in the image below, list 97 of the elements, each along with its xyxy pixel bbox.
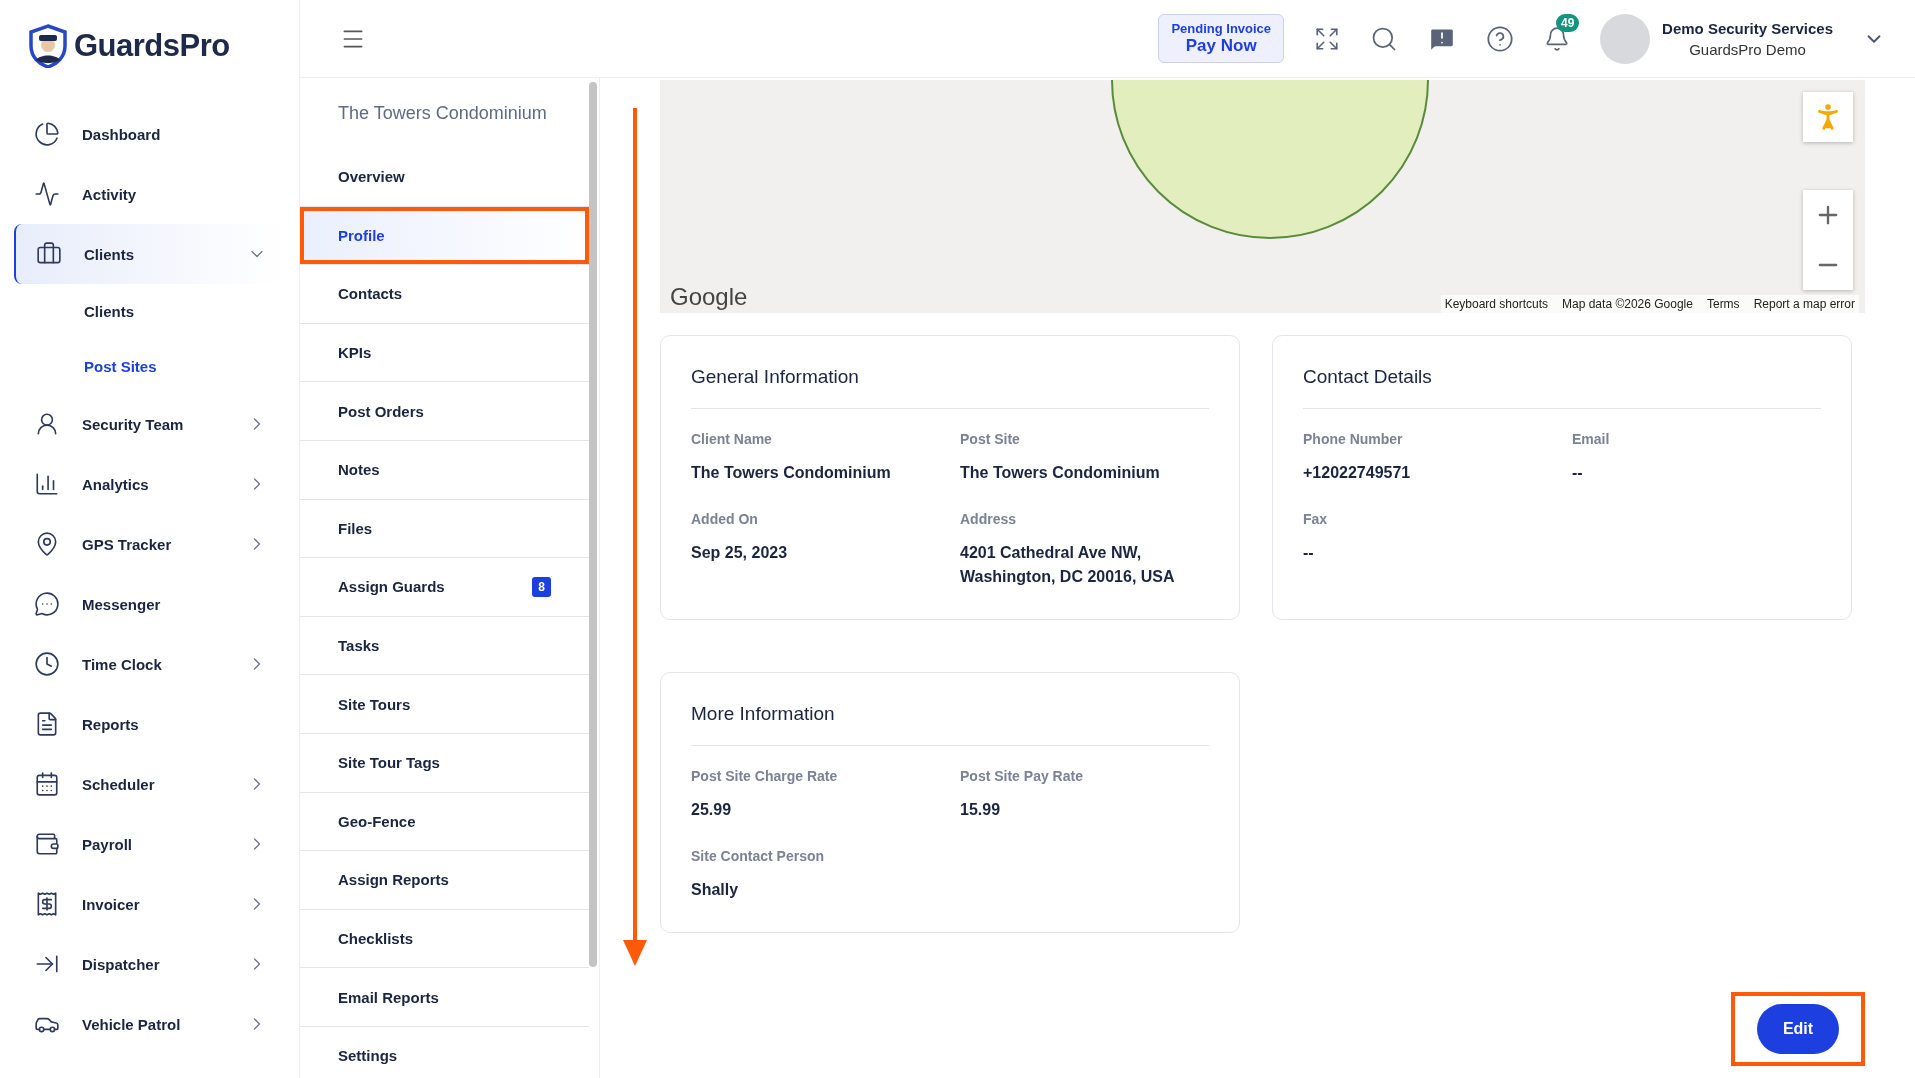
nav-label: GPS Tracker bbox=[82, 535, 173, 553]
field-value: Sep 25, 2023 bbox=[691, 543, 789, 563]
map-footer-link[interactable]: Map data ©2026 Google bbox=[1562, 297, 1693, 311]
field-label: Address bbox=[960, 511, 1018, 527]
subnav-label: Geo-Fence bbox=[338, 812, 417, 830]
field-label: Phone Number bbox=[1303, 431, 1404, 447]
subnav-label: Site Tours bbox=[338, 695, 412, 713]
nav-label: Payroll bbox=[82, 835, 134, 853]
brand-name: GuardsPro bbox=[74, 28, 230, 64]
sidebar-item[interactable]: GPS Tracker bbox=[14, 514, 283, 574]
nav-icon bbox=[34, 591, 60, 617]
subnav-label: Site Tour Tags bbox=[338, 754, 441, 772]
nav-label: Invoicer bbox=[82, 895, 141, 913]
nav-label: Dispatcher bbox=[82, 955, 161, 973]
fullscreen-icon[interactable] bbox=[1314, 25, 1341, 52]
site-title: The Towers Condominium bbox=[337, 101, 548, 125]
nav-icon bbox=[34, 471, 60, 497]
nav-label: Dashboard bbox=[82, 125, 162, 143]
subnav-label: Notes bbox=[338, 461, 381, 479]
subnav-label: Assign Reports bbox=[338, 871, 450, 889]
sidebar-item[interactable]: Vehicle Patrol bbox=[14, 994, 283, 1054]
nav-label: Reports bbox=[82, 715, 140, 733]
scrollbar[interactable] bbox=[589, 82, 597, 967]
field-label: Post Site Charge Rate bbox=[691, 768, 839, 784]
sidebar-subitem[interactable]: Post Sites bbox=[14, 339, 283, 394]
field-label: Added On bbox=[691, 511, 759, 527]
nav-icon bbox=[34, 651, 60, 677]
nav-icon bbox=[34, 771, 60, 797]
subnav-item[interactable]: Email Reports bbox=[300, 968, 589, 1027]
field-label: Post Site bbox=[960, 431, 1021, 447]
subnav-label: Profile bbox=[338, 226, 386, 244]
field-label: Fax bbox=[1303, 511, 1329, 527]
nav-label: Clients bbox=[84, 245, 135, 263]
field-label: Post Site Pay Rate bbox=[960, 768, 1084, 784]
user-name: GuardsPro Demo bbox=[1689, 40, 1806, 58]
field-label: Email bbox=[1572, 431, 1611, 447]
sidebar-item[interactable]: Payroll bbox=[14, 814, 283, 874]
field-value: Shally bbox=[691, 880, 740, 900]
notification-count: 49 bbox=[1556, 13, 1580, 32]
map-footer-link[interactable]: Report a map error bbox=[1753, 297, 1855, 311]
map-footer-link[interactable]: Keyboard shortcuts bbox=[1444, 297, 1548, 311]
subnav-label: Contacts bbox=[338, 285, 404, 303]
nav-icon bbox=[34, 121, 60, 147]
nav-icon bbox=[34, 181, 60, 207]
card-title: General Information bbox=[691, 366, 1209, 409]
field-value: 15.99 bbox=[960, 800, 1002, 820]
nav-label: Analytics bbox=[82, 475, 150, 493]
company-name: Demo Security Services bbox=[1662, 19, 1833, 37]
sidebar-item[interactable]: Security Team bbox=[14, 394, 283, 454]
sidebar-subitem[interactable]: Clients bbox=[14, 284, 283, 339]
subnav-label: Checklists bbox=[338, 930, 415, 947]
help-icon[interactable] bbox=[1486, 24, 1515, 53]
field-value: 4201 Cathedral Ave NW, Washington, DC 20016, USA bbox=[960, 543, 1176, 587]
sidebar-item[interactable]: Reports bbox=[14, 694, 283, 754]
field-value: The Towers Condominium bbox=[691, 463, 892, 483]
card-title: More Information bbox=[691, 703, 1209, 746]
nav-label: Security Team bbox=[82, 415, 185, 433]
field-label: Client Name bbox=[691, 431, 773, 447]
subnav-label: Post Orders bbox=[338, 402, 425, 420]
field-value: The Towers Condominium bbox=[960, 463, 1161, 483]
nav-label: Scheduler bbox=[82, 775, 156, 793]
nav-label: Messenger bbox=[82, 595, 162, 613]
shield-logo-icon bbox=[28, 24, 68, 68]
subnav-label: Tasks bbox=[338, 637, 381, 655]
field-label: Site Contact Person bbox=[691, 848, 826, 864]
field-value: -- bbox=[1303, 543, 1315, 563]
subnav-item[interactable]: Settings bbox=[300, 1026, 589, 1078]
pay-now-button[interactable]: Pending Invoice Pay Now bbox=[1158, 14, 1285, 63]
subnav-label: Assign Guards bbox=[338, 578, 446, 596]
sidebar-item[interactable]: Activity bbox=[14, 164, 283, 224]
sidebar-item[interactable]: Analytics bbox=[14, 454, 283, 514]
nav-label: Activity bbox=[82, 185, 138, 203]
subnav-label: Overview bbox=[338, 168, 406, 186]
nav-icon bbox=[34, 831, 60, 857]
map-footer-link[interactable]: Terms bbox=[1706, 297, 1740, 311]
field-value: +12022749571 bbox=[1303, 463, 1412, 483]
subnav-label: Files bbox=[338, 519, 374, 537]
card-title: Contact Details bbox=[1303, 366, 1821, 409]
sidebar-item[interactable]: Dispatcher bbox=[14, 934, 283, 994]
subnav-label: KPIs bbox=[338, 344, 373, 362]
field-value: 25.99 bbox=[691, 800, 733, 820]
count-badge: 8 bbox=[532, 576, 551, 597]
edit-button[interactable]: Edit bbox=[1757, 1003, 1839, 1054]
sidebar-item[interactable]: Messenger bbox=[14, 574, 283, 634]
map-logo: Google bbox=[670, 283, 748, 311]
sidebar-item[interactable]: Invoicer bbox=[14, 874, 283, 934]
sidebar-item[interactable]: Time Clock bbox=[14, 634, 283, 694]
sidebar-item[interactable]: Scheduler bbox=[14, 754, 283, 814]
subnav-label: Settings bbox=[338, 1047, 399, 1065]
map[interactable]: Google Keyboard shortcuts Map data ©2026 Google Terms Report a map error bbox=[660, 80, 1865, 313]
nav-label: Time Clock bbox=[82, 655, 163, 673]
subnav-item[interactable]: Profile bbox=[300, 206, 589, 266]
subnav-item[interactable]: Assign Guards 8 bbox=[300, 558, 589, 617]
field-value: -- bbox=[1572, 463, 1584, 483]
subnav-label: Email Reports bbox=[338, 988, 440, 1006]
nav-label: Vehicle Patrol bbox=[82, 1015, 182, 1033]
sidebar-item[interactable]: Dashboard bbox=[14, 104, 283, 164]
